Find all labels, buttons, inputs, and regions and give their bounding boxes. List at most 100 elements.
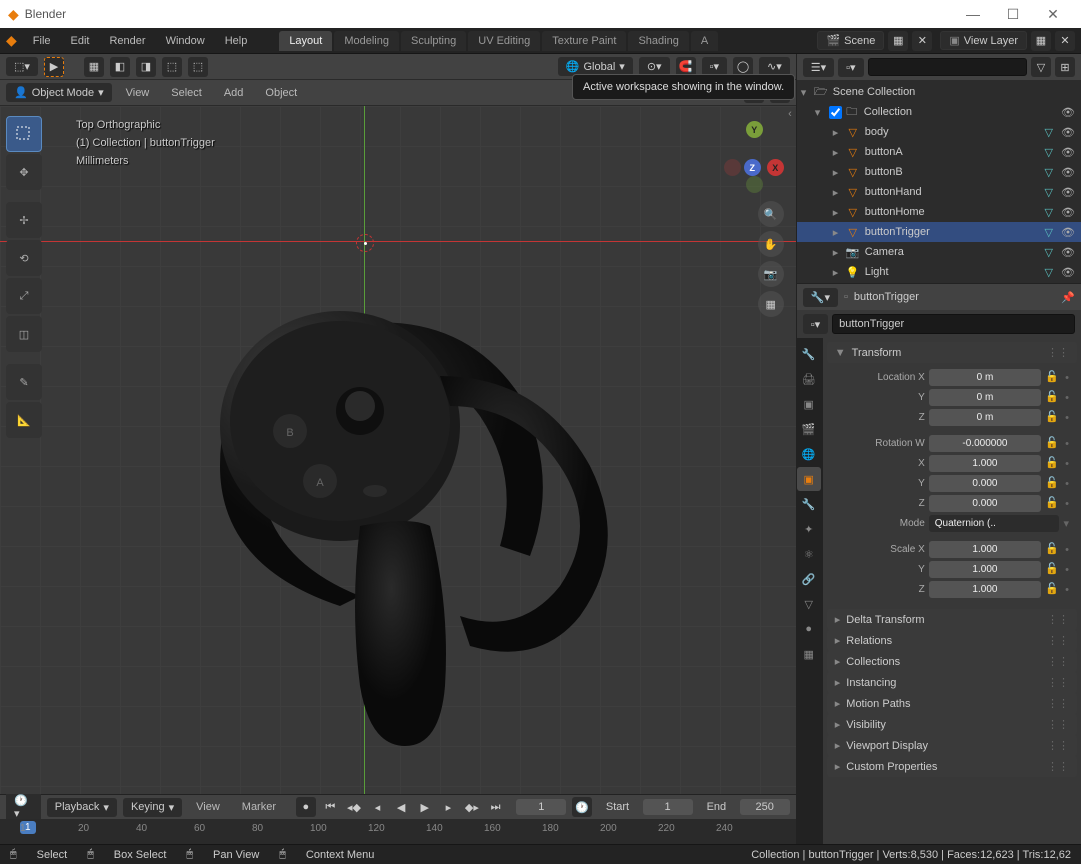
- axis-neg-x-icon[interactable]: [724, 159, 741, 176]
- outliner-item-buttonHome[interactable]: ▸▽buttonHome▽👁: [797, 202, 1081, 222]
- menu-edit[interactable]: Edit: [63, 31, 98, 51]
- camera-view-icon[interactable]: 📷: [758, 261, 784, 287]
- outliner-editor-dropdown[interactable]: ☰▾: [803, 58, 834, 77]
- location-x[interactable]: 0 m: [929, 369, 1041, 386]
- blender-icon[interactable]: ◆: [6, 32, 17, 49]
- close-button[interactable]: ✕: [1033, 6, 1073, 23]
- tool-annotate[interactable]: ✎: [6, 364, 42, 400]
- ptab-render[interactable]: 🔧: [797, 342, 821, 366]
- tab-more[interactable]: A: [691, 31, 718, 51]
- tool-cursor[interactable]: ✥: [6, 154, 42, 190]
- timeline-marker[interactable]: Marker: [234, 797, 284, 817]
- rotation-w[interactable]: -0.000000: [929, 435, 1041, 452]
- props-editor-dropdown[interactable]: 🔧▾: [803, 288, 838, 307]
- tool-transform[interactable]: ◫: [6, 316, 42, 352]
- outliner-item-buttonHand[interactable]: ▸▽buttonHand▽👁: [797, 182, 1081, 202]
- jump-end-icon[interactable]: ⏭: [487, 798, 505, 816]
- viewlayer-selector[interactable]: ▣View Layer: [940, 31, 1027, 50]
- timeline-track[interactable]: 1 120406080100120140160180200220240: [0, 819, 796, 844]
- filter-icon[interactable]: ▽: [1031, 57, 1051, 77]
- perspective-icon[interactable]: ▦: [758, 291, 784, 317]
- maximize-button[interactable]: ☐: [993, 6, 1033, 23]
- outliner-item-stick[interactable]: ▸▽stick▽👁: [797, 282, 1081, 283]
- panel-relations[interactable]: ▸Relations⋮⋮: [827, 630, 1077, 651]
- axis-x-icon[interactable]: X: [767, 159, 784, 176]
- vp-menu-select[interactable]: Select: [163, 83, 210, 103]
- zoom-icon[interactable]: 🔍: [758, 201, 784, 227]
- scene-browse-icon[interactable]: ▦: [888, 31, 908, 51]
- tab-uv-editing[interactable]: UV Editing: [468, 31, 540, 51]
- start-frame[interactable]: 1: [643, 799, 693, 815]
- snap3-icon[interactable]: ⬚: [162, 57, 182, 77]
- lock-icon[interactable]: 🔓: [1045, 370, 1061, 386]
- ptab-scene[interactable]: 🎬: [797, 417, 821, 441]
- mode-dropdown[interactable]: 👤Object Mode▾: [6, 83, 112, 102]
- preview-range-icon[interactable]: 🕐: [572, 797, 592, 817]
- menu-file[interactable]: File: [25, 31, 59, 51]
- menu-render[interactable]: Render: [101, 31, 153, 51]
- lock-icon[interactable]: 🔓: [1045, 390, 1061, 406]
- panel-viewport-display[interactable]: ▸Viewport Display⋮⋮: [827, 735, 1077, 756]
- location-z[interactable]: 0 m: [929, 409, 1041, 426]
- collapse-icon[interactable]: ‹: [788, 108, 792, 120]
- lock-icon[interactable]: 🔓: [1045, 436, 1061, 452]
- outliner-item-buttonB[interactable]: ▸▽buttonB▽👁: [797, 162, 1081, 182]
- panel-custom-properties[interactable]: ▸Custom Properties⋮⋮: [827, 756, 1077, 777]
- outliner-display-dropdown[interactable]: ▫▾: [838, 58, 863, 77]
- tab-modeling[interactable]: Modeling: [334, 31, 399, 51]
- tab-sculpting[interactable]: Sculpting: [401, 31, 466, 51]
- axis-z-icon[interactable]: Z: [744, 159, 761, 176]
- lock-icon[interactable]: 🔓: [1045, 582, 1061, 598]
- snap-icon[interactable]: ◧: [110, 57, 130, 77]
- scale-y[interactable]: 1.000: [929, 561, 1041, 578]
- pan-hand-icon[interactable]: ✋: [758, 231, 784, 257]
- playback-dropdown[interactable]: Playback ▾: [47, 798, 117, 817]
- scene-close-icon[interactable]: ✕: [912, 31, 932, 51]
- 3d-viewport[interactable]: ✥ ✢ ⟲ ⤢ ◫ ✎ 📐 Top Orthographic (1) Colle…: [0, 106, 796, 794]
- ptab-data[interactable]: ▽: [797, 592, 821, 616]
- scene-selector[interactable]: 🎬Scene: [817, 31, 884, 50]
- outliner-scene-collection[interactable]: ▾🗁Scene Collection: [797, 82, 1081, 102]
- panel-visibility[interactable]: ▸Visibility⋮⋮: [827, 714, 1077, 735]
- viewlayer-close-icon[interactable]: ✕: [1055, 31, 1075, 51]
- snap2-icon[interactable]: ◨: [136, 57, 156, 77]
- lock-icon[interactable]: 🔓: [1045, 476, 1061, 492]
- ptab-physics[interactable]: ⚛: [797, 542, 821, 566]
- object-name-field[interactable]: [832, 314, 1075, 334]
- minimize-button[interactable]: —: [953, 6, 993, 22]
- ptab-world[interactable]: 🌐: [797, 442, 821, 466]
- vp-menu-add[interactable]: Add: [216, 83, 252, 103]
- outliner-item-body[interactable]: ▸▽body▽👁: [797, 122, 1081, 142]
- rotation-x[interactable]: 1.000: [929, 455, 1041, 472]
- keyframe-next-icon[interactable]: ◆▸: [463, 798, 481, 816]
- axis-neg-y-icon[interactable]: [746, 176, 763, 193]
- snap-grid-icon[interactable]: ▦: [84, 57, 104, 77]
- panel-collections[interactable]: ▸Collections⋮⋮: [827, 651, 1077, 672]
- rotation-z[interactable]: 0.000: [929, 495, 1041, 512]
- ptab-constraints[interactable]: 🔗: [797, 567, 821, 591]
- location-y[interactable]: 0 m: [929, 389, 1041, 406]
- jump-start-icon[interactable]: ⏮: [322, 798, 340, 816]
- tool-measure[interactable]: 📐: [6, 402, 42, 438]
- play-icon[interactable]: ▶: [416, 798, 434, 816]
- datablock-dropdown[interactable]: ▫▾: [803, 314, 828, 334]
- timeline-view[interactable]: View: [188, 797, 228, 817]
- lock-icon[interactable]: 🔓: [1045, 496, 1061, 512]
- ptab-particles[interactable]: ✦: [797, 517, 821, 541]
- outliner-item-Light[interactable]: ▸💡Light▽👁: [797, 262, 1081, 282]
- editor-type-dropdown[interactable]: ⬚▾: [6, 57, 38, 76]
- frame-prev-icon[interactable]: ◂: [369, 798, 387, 816]
- rotation-y[interactable]: 0.000: [929, 475, 1041, 492]
- new-collection-icon[interactable]: ⊞: [1055, 57, 1075, 77]
- vp-menu-object[interactable]: Object: [257, 83, 305, 103]
- lock-icon[interactable]: 🔓: [1045, 542, 1061, 558]
- lock-icon[interactable]: 🔓: [1045, 562, 1061, 578]
- keyframe-prev-icon[interactable]: ◂◆: [345, 798, 363, 816]
- viewlayer-browse-icon[interactable]: ▦: [1031, 31, 1051, 51]
- lock-icon[interactable]: 🔓: [1045, 456, 1061, 472]
- keying-dropdown[interactable]: Keying ▾: [123, 798, 182, 817]
- ptab-output[interactable]: 🖨: [797, 367, 821, 391]
- axis-y-icon[interactable]: Y: [746, 121, 763, 138]
- tab-shading[interactable]: Shading: [628, 31, 688, 51]
- rotation-mode[interactable]: Quaternion (..: [929, 515, 1060, 532]
